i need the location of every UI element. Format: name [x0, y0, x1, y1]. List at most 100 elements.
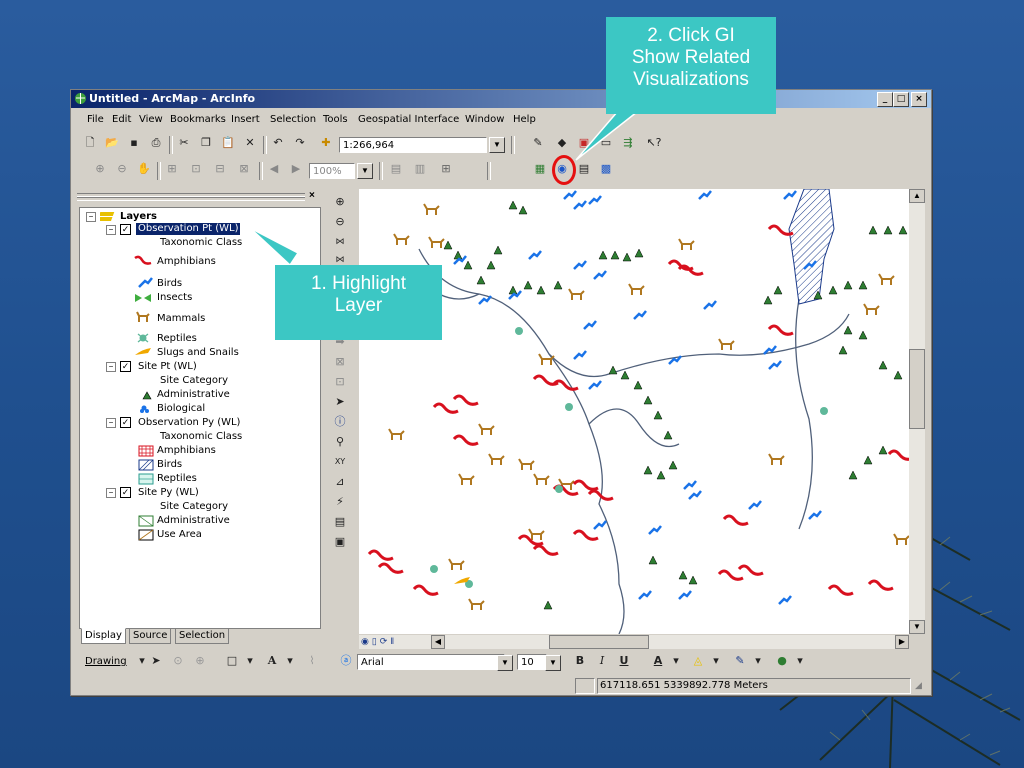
toc-layer-observation-pt[interactable]: Observation Pt (WL) — [136, 223, 241, 235]
toggle-draft-icon[interactable]: ▤ — [387, 160, 405, 178]
collapse-layers-icon[interactable]: − — [86, 212, 96, 222]
gi-connect-icon[interactable]: ▦ — [531, 160, 549, 178]
map-display[interactable] — [359, 189, 909, 634]
font-name-dropdown-icon[interactable]: ▼ — [497, 655, 513, 671]
next-extent-icon[interactable]: ▶ — [287, 160, 305, 178]
line-color-dropdown-icon[interactable]: ▾ — [749, 652, 767, 670]
italic-icon[interactable]: I — [593, 652, 611, 670]
fixed-zoom-out-icon[interactable]: ⊠ — [235, 160, 253, 178]
zoom-in-layout-icon[interactable]: ⊕ — [91, 160, 109, 178]
collapse-observation-pt-icon[interactable]: − — [106, 225, 116, 235]
html-popup-icon[interactable]: ▤ — [331, 513, 349, 531]
tab-selection[interactable]: Selection — [175, 628, 230, 644]
maximize-button[interactable]: □ — [893, 92, 909, 107]
font-name-input[interactable]: Arial — [357, 654, 505, 670]
bold-icon[interactable]: B — [571, 652, 589, 670]
redo-icon[interactable]: ↷ — [291, 134, 309, 152]
rectangle-dropdown-icon[interactable]: ▾ — [241, 652, 259, 670]
find-icon[interactable]: ⚲ — [331, 433, 349, 451]
hscroll-thumb[interactable] — [549, 635, 649, 649]
zoom-out-layout-icon[interactable]: ⊖ — [113, 160, 131, 178]
toc-layer-site-pt[interactable]: Site Pt (WL) — [138, 361, 197, 373]
view-toggle-icons[interactable]: ◉▯⟳‖ — [361, 636, 397, 647]
back-extent-icon[interactable]: ⊡ — [331, 373, 349, 391]
observation-pt-checkbox[interactable]: ✓ — [120, 224, 131, 235]
zoom-to-selected-icon[interactable]: ⊕ — [191, 652, 209, 670]
menu-insert[interactable]: Insert — [231, 114, 260, 125]
map-vertical-scrollbar[interactable]: ▲ ▼ — [909, 189, 925, 634]
new-document-icon[interactable]: 🗋 — [81, 134, 99, 152]
toc-close-icon[interactable]: × — [309, 190, 315, 201]
hyperlink-icon[interactable]: ⚡ — [331, 493, 349, 511]
toc-layer-observation-py[interactable]: Observation Py (WL) — [138, 417, 240, 429]
site-py-checkbox[interactable]: ✓ — [120, 487, 131, 498]
add-data-icon[interactable]: ✚ — [317, 134, 335, 152]
resize-grip-icon[interactable]: ◢ — [915, 680, 922, 691]
text-dropdown-icon[interactable]: ▾ — [281, 652, 299, 670]
select-elements-icon[interactable]: ➤ — [331, 393, 349, 411]
collapse-site-py-icon[interactable]: − — [106, 488, 116, 498]
fill-color-dropdown-icon[interactable]: ▾ — [707, 652, 725, 670]
edit-vertices-icon[interactable]: ⌇ — [303, 652, 321, 670]
rotate-icon[interactable]: ⊙ — [169, 652, 187, 670]
arccatalog-icon[interactable]: ◆ — [553, 134, 571, 152]
zoom-percent-dropdown-icon[interactable]: ▼ — [357, 163, 373, 179]
tab-source[interactable]: Source — [129, 628, 172, 644]
menu-help[interactable]: Help — [513, 114, 536, 125]
menu-file[interactable]: File — [87, 114, 104, 125]
measure-icon[interactable]: ⊿ — [331, 473, 349, 491]
menu-selection[interactable]: Selection — [270, 114, 316, 125]
undo-icon[interactable]: ↶ — [269, 134, 287, 152]
map-scale-input[interactable]: 1:266,964 — [339, 137, 487, 153]
observation-py-checkbox[interactable]: ✓ — [120, 417, 131, 428]
menu-view[interactable]: View — [139, 114, 163, 125]
time-slider-icon[interactable]: ▣ — [331, 533, 349, 551]
underline-icon[interactable]: U — [615, 652, 633, 670]
menu-geospatial-interface[interactable]: Geospatial Interface — [358, 114, 459, 125]
rectangle-icon[interactable]: □ — [223, 652, 241, 670]
tab-display[interactable]: Display — [81, 628, 126, 644]
go-to-xy-icon[interactable]: XY — [331, 453, 349, 471]
minimize-button[interactable]: _ — [877, 92, 893, 107]
change-layout-icon[interactable]: ⊞ — [437, 160, 455, 178]
drawing-menu[interactable]: Drawing — [85, 656, 127, 667]
line-color-icon[interactable]: ✎ — [731, 652, 749, 670]
cut-icon[interactable]: ✂ — [175, 134, 193, 152]
font-size-dropdown-icon[interactable]: ▼ — [545, 655, 561, 671]
delete-icon[interactable]: ✕ — [241, 134, 259, 152]
pan-layout-icon[interactable]: ✋ — [135, 160, 153, 178]
font-color-icon[interactable]: A — [649, 652, 667, 670]
font-color-dropdown-icon[interactable]: ▾ — [667, 652, 685, 670]
fixed-zoom-in-icon[interactable]: ⋈ — [331, 233, 349, 251]
save-icon[interactable]: ▪ — [125, 134, 143, 152]
marker-color-dropdown-icon[interactable]: ▾ — [791, 652, 809, 670]
marker-color-icon[interactable]: ● — [773, 652, 791, 670]
full-extent-icon[interactable]: ⊠ — [331, 353, 349, 371]
editor-toolbar-icon[interactable]: ✎ — [529, 134, 547, 152]
scroll-thumb[interactable] — [909, 349, 925, 429]
fixed-zoom-icon[interactable]: ⊟ — [211, 160, 229, 178]
scale-dropdown-icon[interactable]: ▼ — [489, 137, 505, 153]
fill-color-icon[interactable]: ◬ — [689, 652, 707, 670]
menu-tools[interactable]: Tools — [323, 114, 348, 125]
previous-extent-icon[interactable]: ◀ — [265, 160, 283, 178]
scroll-up-icon[interactable]: ▲ — [909, 189, 925, 203]
zoom-out-icon[interactable]: ⊖ — [331, 213, 349, 231]
toc-layers[interactable]: Layers — [120, 211, 157, 223]
site-pt-checkbox[interactable]: ✓ — [120, 361, 131, 372]
scroll-left-icon[interactable]: ◀ — [431, 635, 445, 649]
map-horizontal-scrollbar[interactable]: ◉▯⟳‖ ◀ ▶ — [359, 635, 909, 649]
menu-bookmarks[interactable]: Bookmarks — [170, 114, 226, 125]
close-button[interactable]: × — [911, 92, 927, 107]
zoom-100-icon[interactable]: ⊡ — [187, 160, 205, 178]
open-folder-icon[interactable]: 📂 — [103, 134, 121, 152]
select-pointer-icon[interactable]: ➤ — [147, 652, 165, 670]
scroll-down-icon[interactable]: ▼ — [909, 620, 925, 634]
menu-window[interactable]: Window — [465, 114, 504, 125]
collapse-site-pt-icon[interactable]: − — [106, 362, 116, 372]
identify-icon[interactable]: ⓘ — [331, 413, 349, 431]
print-icon[interactable]: ⎙ — [147, 134, 165, 152]
zoom-whole-page-icon[interactable]: ⊞ — [163, 160, 181, 178]
toc-layer-site-py[interactable]: Site Py (WL) — [138, 487, 199, 499]
scroll-right-icon[interactable]: ▶ — [895, 635, 909, 649]
